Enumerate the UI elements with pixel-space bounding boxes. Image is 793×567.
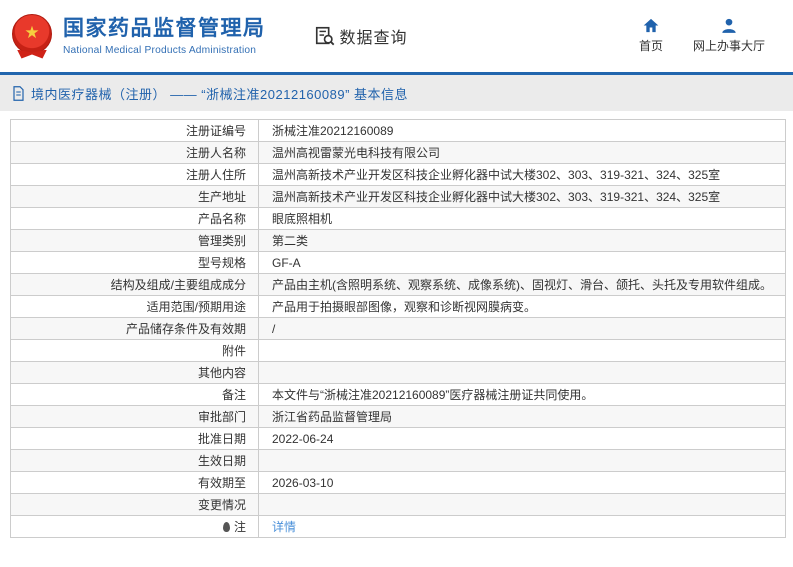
national-emblem-icon: ★: [12, 14, 52, 54]
info-table-body: 注册证编号浙械注准20212160089注册人名称温州高视雷蒙光电科技有限公司注…: [11, 120, 786, 538]
row-value: 2026-03-10: [259, 472, 786, 494]
user-icon: [721, 18, 737, 33]
table-row: 生产地址温州高新技术产业开发区科技企业孵化器中试大楼302、303、319-32…: [11, 186, 786, 208]
agency-title-block: 国家药品监督管理局 National Medical Products Admi…: [63, 16, 266, 55]
row-value: 眼底照相机: [259, 208, 786, 230]
table-row: 管理类别第二类: [11, 230, 786, 252]
row-label: 结构及组成/主要组成成分: [11, 274, 259, 296]
row-value: [259, 340, 786, 362]
info-table: 注册证编号浙械注准20212160089注册人名称温州高视雷蒙光电科技有限公司注…: [10, 119, 786, 538]
nav-home-label: 首页: [639, 37, 663, 54]
table-row: 型号规格GF-A: [11, 252, 786, 274]
row-label: 生产地址: [11, 186, 259, 208]
site-header: ★ 国家药品监督管理局 National Medical Products Ad…: [0, 0, 793, 75]
row-value: [259, 450, 786, 472]
table-row: 注册人住所温州高新技术产业开发区科技企业孵化器中试大楼302、303、319-3…: [11, 164, 786, 186]
row-label: 批准日期: [11, 428, 259, 450]
table-row: 注册证编号浙械注准20212160089: [11, 120, 786, 142]
row-value: 详情: [259, 516, 786, 538]
row-value: 温州高视雷蒙光电科技有限公司: [259, 142, 786, 164]
nav-home[interactable]: 首页: [639, 18, 663, 54]
note-icon: [223, 522, 230, 532]
table-row: 有效期至2026-03-10: [11, 472, 786, 494]
table-row: 其他内容: [11, 362, 786, 384]
row-value: 第二类: [259, 230, 786, 252]
row-label: 管理类别: [11, 230, 259, 252]
table-row: 注册人名称温州高视雷蒙光电科技有限公司: [11, 142, 786, 164]
row-label: 适用范围/预期用途: [11, 296, 259, 318]
row-value: 2022-06-24: [259, 428, 786, 450]
header-nav: 首页 网上办事大厅: [609, 18, 765, 54]
row-value: 本文件与“浙械注准20212160089”医疗器械注册证共同使用。: [259, 384, 786, 406]
data-query-section: 数据查询: [314, 24, 408, 48]
table-row: 产品储存条件及有效期/: [11, 318, 786, 340]
row-value: [259, 494, 786, 516]
row-value: 温州高新技术产业开发区科技企业孵化器中试大楼302、303、319-321、32…: [259, 164, 786, 186]
row-label: 产品储存条件及有效期: [11, 318, 259, 340]
row-label: 附件: [11, 340, 259, 362]
row-label: 有效期至: [11, 472, 259, 494]
details-link[interactable]: 详情: [272, 520, 296, 534]
row-value: 浙械注准20212160089: [259, 120, 786, 142]
row-label: 注册人住所: [11, 164, 259, 186]
document-icon: [12, 86, 25, 101]
data-query-label: 数据查询: [340, 24, 408, 48]
row-label: 产品名称: [11, 208, 259, 230]
row-value: /: [259, 318, 786, 340]
row-label: 注册人名称: [11, 142, 259, 164]
nav-online-hall-label: 网上办事大厅: [693, 37, 765, 54]
row-label: 注册证编号: [11, 120, 259, 142]
row-label: 注: [11, 516, 259, 538]
row-label: 其他内容: [11, 362, 259, 384]
row-value: 温州高新技术产业开发区科技企业孵化器中试大楼302、303、319-321、32…: [259, 186, 786, 208]
table-row: 结构及组成/主要组成成分产品由主机(含照明系统、观察系统、成像系统)、固视灯、滑…: [11, 274, 786, 296]
nav-online-hall[interactable]: 网上办事大厅: [693, 18, 765, 54]
row-label: 型号规格: [11, 252, 259, 274]
row-value: 产品由主机(含照明系统、观察系统、成像系统)、固视灯、滑台、颌托、头托及专用软件…: [259, 274, 786, 296]
page-title: 境内医疗器械（注册） —— “浙械注准20212160089” 基本信息: [31, 84, 408, 103]
row-value: 浙江省药品监督管理局: [259, 406, 786, 428]
table-row: 备注本文件与“浙械注准20212160089”医疗器械注册证共同使用。: [11, 384, 786, 406]
table-row: 批准日期2022-06-24: [11, 428, 786, 450]
registration-info: 注册证编号浙械注准20212160089注册人名称温州高视雷蒙光电科技有限公司注…: [0, 111, 793, 538]
row-label: 审批部门: [11, 406, 259, 428]
document-search-icon: [314, 25, 336, 47]
row-label: 变更情况: [11, 494, 259, 516]
row-value: GF-A: [259, 252, 786, 274]
table-row: 变更情况: [11, 494, 786, 516]
table-row: 适用范围/预期用途产品用于拍摄眼部图像，观察和诊断视网膜病变。: [11, 296, 786, 318]
row-label: 备注: [11, 384, 259, 406]
emblem-star-icon: ★: [24, 24, 39, 41]
agency-name-cn: 国家药品监督管理局: [63, 16, 266, 41]
breadcrumb: 境内医疗器械（注册） —— “浙械注准20212160089” 基本信息: [0, 75, 793, 111]
table-row: 注详情: [11, 516, 786, 538]
table-row: 生效日期: [11, 450, 786, 472]
home-icon: [643, 18, 659, 33]
table-row: 审批部门浙江省药品监督管理局: [11, 406, 786, 428]
nmpa-logo: ★: [10, 14, 54, 59]
row-value: 产品用于拍摄眼部图像，观察和诊断视网膜病变。: [259, 296, 786, 318]
row-value: [259, 362, 786, 384]
row-label: 生效日期: [11, 450, 259, 472]
table-row: 产品名称眼底照相机: [11, 208, 786, 230]
table-row: 附件: [11, 340, 786, 362]
agency-name-en: National Medical Products Administration: [63, 45, 266, 56]
